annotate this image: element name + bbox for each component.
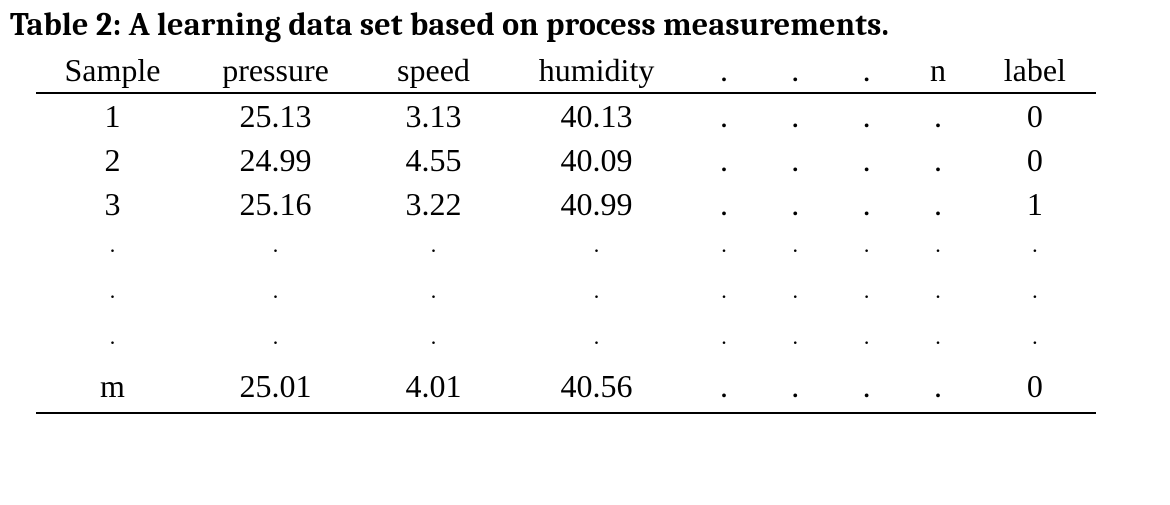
ellipsis-dot: .	[974, 272, 1096, 318]
ellipsis-dot: .	[760, 318, 831, 364]
ellipsis-dot: .	[505, 272, 688, 318]
ellipsis-dot: .	[362, 318, 505, 364]
cell-d1: .	[688, 364, 759, 413]
ellipsis-dot: .	[362, 272, 505, 318]
cell-sample: 1	[36, 93, 189, 138]
cell-pressure: 25.13	[189, 93, 362, 138]
cell-d3: .	[831, 364, 902, 413]
ellipsis-dot: .	[688, 272, 759, 318]
col-dot: .	[831, 48, 902, 93]
ellipsis-dot: .	[36, 272, 189, 318]
table-row: 224.994.5540.09....0	[36, 138, 1096, 182]
ellipsis-dot: .	[760, 272, 831, 318]
cell-humidity: 40.56	[505, 364, 688, 413]
ellipsis-dot: .	[831, 272, 902, 318]
ellipsis-dot: .	[974, 226, 1096, 272]
ellipsis-dot: .	[36, 318, 189, 364]
table-body: 125.133.1340.13....0224.994.5540.09....0…	[36, 93, 1096, 413]
cell-sample: 3	[36, 182, 189, 226]
cell-n: .	[902, 364, 973, 413]
cell-speed: 3.13	[362, 93, 505, 138]
cell-n: .	[902, 182, 973, 226]
ellipsis-dot: .	[902, 318, 973, 364]
col-sample: Sample	[36, 48, 189, 93]
col-speed: speed	[362, 48, 505, 93]
col-humidity: humidity	[505, 48, 688, 93]
cell-d2: .	[760, 138, 831, 182]
cell-label: 0	[974, 138, 1096, 182]
cell-speed: 3.22	[362, 182, 505, 226]
cell-sample: m	[36, 364, 189, 413]
ellipsis-dot: .	[189, 226, 362, 272]
col-dot: .	[688, 48, 759, 93]
ellipsis-dot: .	[831, 318, 902, 364]
cell-d2: .	[760, 364, 831, 413]
ellipsis-row: .........	[36, 318, 1096, 364]
ellipsis-dot: .	[902, 226, 973, 272]
cell-humidity: 40.13	[505, 93, 688, 138]
cell-humidity: 40.09	[505, 138, 688, 182]
col-label: label	[974, 48, 1096, 93]
ellipsis-dot: .	[189, 272, 362, 318]
ellipsis-dot: .	[831, 226, 902, 272]
cell-pressure: 25.16	[189, 182, 362, 226]
ellipsis-dot: .	[974, 318, 1096, 364]
cell-n: .	[902, 93, 973, 138]
ellipsis-dot: .	[505, 318, 688, 364]
cell-d1: .	[688, 138, 759, 182]
cell-d3: .	[831, 138, 902, 182]
cell-d2: .	[760, 182, 831, 226]
table-header-row: Sample pressure speed humidity . . . n l…	[36, 48, 1096, 93]
table-row: m25.014.0140.56....0	[36, 364, 1096, 413]
ellipsis-dot: .	[36, 226, 189, 272]
ellipsis-dot: .	[688, 318, 759, 364]
ellipsis-dot: .	[505, 226, 688, 272]
cell-speed: 4.55	[362, 138, 505, 182]
ellipsis-dot: .	[362, 226, 505, 272]
col-pressure: pressure	[189, 48, 362, 93]
cell-sample: 2	[36, 138, 189, 182]
ellipsis-dot: .	[189, 318, 362, 364]
ellipsis-row: .........	[36, 226, 1096, 272]
col-n: n	[902, 48, 973, 93]
cell-d1: .	[688, 182, 759, 226]
cell-humidity: 40.99	[505, 182, 688, 226]
cell-pressure: 25.01	[189, 364, 362, 413]
cell-label: 1	[974, 182, 1096, 226]
data-table: Sample pressure speed humidity . . . n l…	[36, 48, 1096, 414]
cell-d1: .	[688, 93, 759, 138]
col-dot: .	[760, 48, 831, 93]
table-row: 125.133.1340.13....0	[36, 93, 1096, 138]
ellipsis-dot: .	[688, 226, 759, 272]
cell-pressure: 24.99	[189, 138, 362, 182]
cell-label: 0	[974, 93, 1096, 138]
cell-d2: .	[760, 93, 831, 138]
cell-n: .	[902, 138, 973, 182]
cell-label: 0	[974, 364, 1096, 413]
table-row: 325.163.2240.99....1	[36, 182, 1096, 226]
ellipsis-dot: .	[760, 226, 831, 272]
cell-d3: .	[831, 182, 902, 226]
ellipsis-dot: .	[902, 272, 973, 318]
ellipsis-row: .........	[36, 272, 1096, 318]
cell-d3: .	[831, 93, 902, 138]
table-caption: Table 2: A learning data set based on pr…	[10, 6, 1160, 44]
cell-speed: 4.01	[362, 364, 505, 413]
